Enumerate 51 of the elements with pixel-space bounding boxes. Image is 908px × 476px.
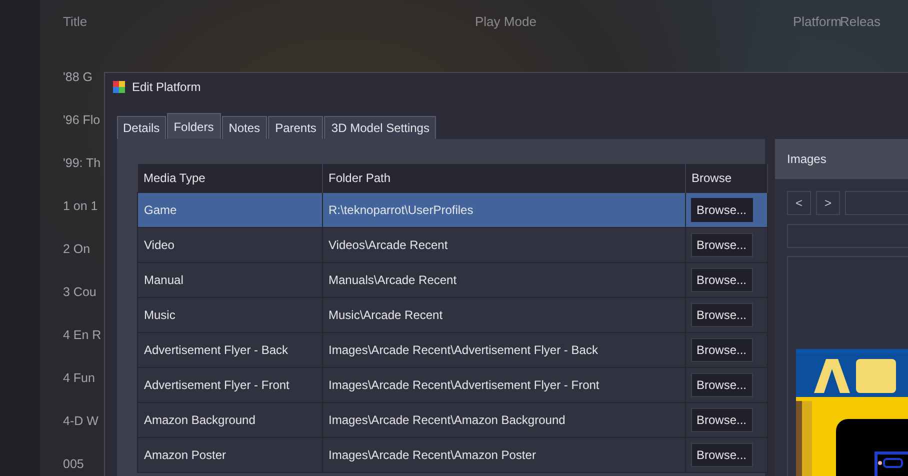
panel-header: Images bbox=[775, 139, 908, 179]
game-title[interactable]: 2 On bbox=[63, 242, 90, 257]
tab[interactable]: Details bbox=[117, 116, 166, 139]
column-header[interactable]: Title bbox=[63, 14, 88, 29]
browse-button[interactable]: Browse... bbox=[690, 443, 753, 467]
table-cell[interactable]: Manuals\Arcade Recent bbox=[322, 262, 685, 298]
table-cell[interactable]: Game bbox=[138, 192, 322, 228]
tab[interactable]: 3D Model Settings bbox=[324, 116, 436, 139]
table-cell[interactable]: Amazon Background bbox=[138, 402, 322, 438]
game-title[interactable]: '99: Th bbox=[63, 156, 101, 171]
game-title[interactable]: '96 Flo bbox=[63, 113, 100, 128]
browse-button[interactable]: Browse... bbox=[690, 373, 753, 397]
game-title[interactable]: 4 Fun bbox=[63, 371, 95, 386]
table-cell[interactable]: Advertisement Flyer - Front bbox=[138, 368, 322, 402]
browse-button[interactable]: Browse... bbox=[690, 268, 753, 292]
table-cell[interactable]: Images\Arcade Recent\Amazon Background bbox=[322, 402, 685, 438]
tab[interactable]: Folders bbox=[166, 113, 221, 139]
previous-button[interactable]: < bbox=[787, 191, 811, 215]
browse-button[interactable]: Browse... bbox=[690, 303, 753, 327]
column-header[interactable]: Play Mode bbox=[475, 14, 536, 29]
game-title[interactable]: 1 on 1 bbox=[63, 199, 98, 214]
table-cell[interactable]: Manual bbox=[138, 262, 322, 298]
game-title[interactable]: 005 bbox=[63, 457, 84, 472]
browse-button[interactable]: Browse... bbox=[690, 408, 753, 432]
table-cell[interactable]: Amazon Poster bbox=[138, 438, 322, 472]
table-cell[interactable]: Music\Arcade Recent bbox=[322, 298, 685, 332]
game-title[interactable]: 4-D W bbox=[63, 414, 98, 429]
game-title[interactable]: 4 En R bbox=[63, 328, 102, 343]
table-cell[interactable]: R:\teknoparrot\UserProfiles bbox=[322, 192, 685, 228]
column-header[interactable]: Releas bbox=[840, 14, 880, 29]
column-header[interactable]: Platform bbox=[793, 14, 842, 29]
column-header[interactable]: Media Type bbox=[138, 164, 322, 192]
browse-button[interactable]: Browse... bbox=[690, 198, 753, 222]
app-logo-icon bbox=[113, 81, 125, 93]
table-cell[interactable]: Images\Arcade Recent\Advertisement Flyer - Back bbox=[322, 332, 685, 368]
table-cell[interactable]: Advertisement Flyer - Back bbox=[138, 332, 322, 368]
column-header[interactable]: Browse bbox=[685, 164, 767, 192]
game-title[interactable]: 3 Cou bbox=[63, 285, 96, 300]
game-title[interactable]: '88 G bbox=[63, 70, 92, 85]
table-cell[interactable]: Images\Arcade Recent\Amazon Poster bbox=[322, 438, 685, 472]
window-title: Edit Platform bbox=[132, 80, 201, 94]
table-cell[interactable]: Music bbox=[138, 298, 322, 332]
next-button[interactable]: > bbox=[816, 191, 840, 215]
tab[interactable]: Notes bbox=[222, 116, 268, 139]
browse-button[interactable]: Browse... bbox=[690, 233, 753, 257]
column-header[interactable]: Folder Path bbox=[322, 164, 685, 192]
table-cell[interactable]: Images\Arcade Recent\Advertisement Flyer - Front bbox=[322, 368, 685, 402]
browse-button[interactable]: Browse... bbox=[690, 338, 753, 362]
tab[interactable]: Parents bbox=[268, 116, 324, 139]
table-cell[interactable]: Video bbox=[138, 228, 322, 262]
table-cell[interactable]: Videos\Arcade Recent bbox=[322, 228, 685, 262]
